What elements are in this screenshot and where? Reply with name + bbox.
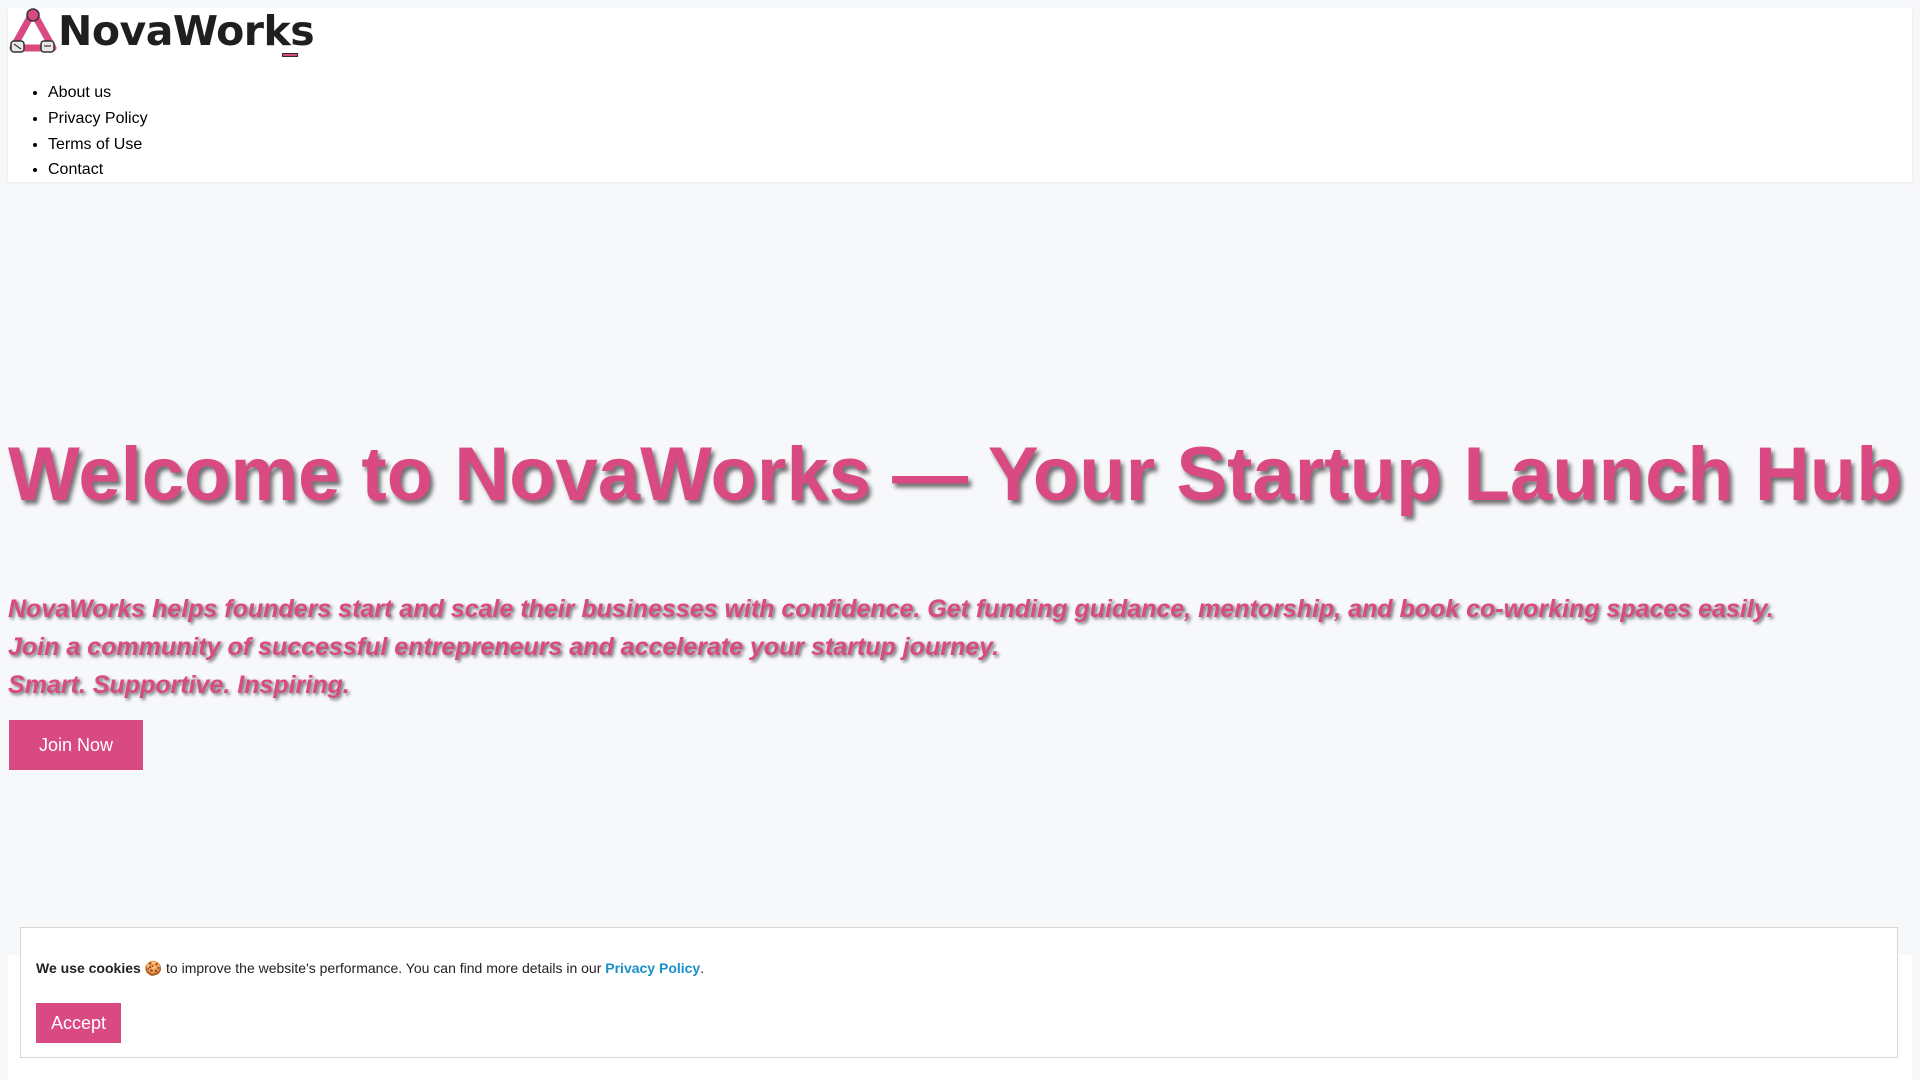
nav-link-privacy-policy[interactable]: Privacy Policy — [48, 110, 148, 127]
cookie-message: We use cookies 🍪 to improve the website'… — [36, 960, 704, 977]
cookie-trailing: . — [700, 960, 705, 976]
cookie-text: to improve the website's performance. Yo… — [162, 960, 606, 976]
menu-toggle-icon[interactable] — [282, 53, 298, 57]
hero-line-2: Join a community of successful entrepren… — [8, 633, 1000, 661]
site-header: NovaWorks About us Privacy Policy Terms … — [8, 8, 1912, 182]
nav-item-terms: Terms of Use — [48, 132, 148, 158]
nav-item-contact: Contact — [48, 157, 148, 183]
cookie-privacy-link[interactable]: Privacy Policy — [605, 960, 700, 976]
join-now-button[interactable]: Join Now — [9, 720, 143, 770]
nav-link-terms-of-use[interactable]: Terms of Use — [48, 136, 142, 153]
nav-item-privacy: Privacy Policy — [48, 106, 148, 132]
main-nav: About us Privacy Policy Terms of Use Con… — [8, 80, 148, 183]
triangle-gears-logo-icon — [9, 8, 57, 53]
cookie-lead: We use cookies — [36, 960, 141, 976]
nav-item-about: About us — [48, 80, 148, 106]
hero-line-3: Smart. Supportive. Inspiring. — [8, 671, 350, 699]
hero-title: Welcome to NovaWorks — Your Startup Laun… — [8, 432, 1903, 517]
nav-link-contact[interactable]: Contact — [48, 161, 103, 178]
nav-link-about-us[interactable]: About us — [48, 84, 111, 101]
hero-line-1: NovaWorks helps founders start and scale… — [8, 595, 1774, 623]
hero-description: NovaWorks helps founders start and scale… — [8, 590, 1774, 704]
cookie-banner: We use cookies 🍪 to improve the website'… — [20, 927, 1898, 1058]
logo[interactable]: NovaWorks — [8, 7, 315, 60]
cookie-emoji-icon: 🍪 — [144, 960, 163, 976]
accept-cookies-button[interactable]: Accept — [36, 1003, 121, 1043]
brand-name: NovaWorks — [58, 7, 315, 55]
